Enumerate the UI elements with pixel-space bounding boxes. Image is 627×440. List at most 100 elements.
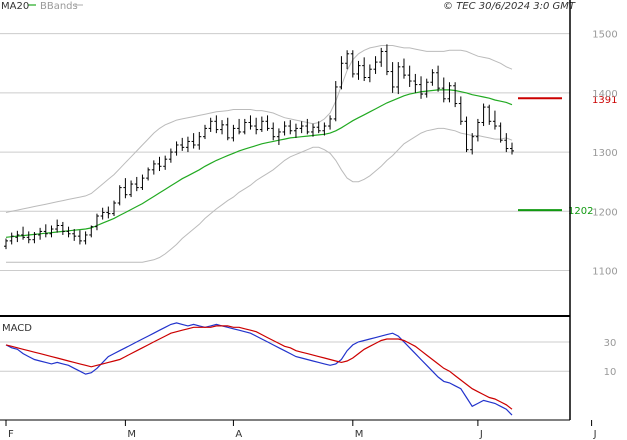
x-tick-label: A	[235, 429, 242, 440]
price-bar	[288, 120, 293, 135]
price-bar	[271, 122, 276, 141]
price-bar	[4, 238, 8, 250]
price-bar	[333, 81, 338, 122]
price-bar	[214, 115, 219, 134]
price-bar	[77, 230, 82, 245]
price-bar	[26, 231, 31, 244]
price-bar	[328, 115, 333, 130]
price-bar	[282, 121, 287, 136]
price-bar	[117, 185, 122, 206]
ma-legend-label: MA20	[1, 1, 29, 12]
price-bar	[475, 118, 480, 142]
price-bar	[83, 231, 88, 245]
price-bar	[447, 82, 452, 103]
price-bar	[66, 226, 71, 238]
price-bar	[237, 118, 242, 135]
price-bar	[9, 232, 14, 245]
price-bar	[492, 110, 497, 130]
price-bar	[106, 206, 111, 219]
price-panel: 13911202 11001200130014001500	[0, 30, 618, 278]
price-bar	[396, 62, 401, 95]
price-bar	[123, 178, 128, 199]
price-tick-label: 1400	[592, 89, 617, 100]
price-bar	[367, 64, 372, 83]
x-tick-label: J	[593, 429, 597, 440]
macd-tick-label: 30	[604, 338, 617, 349]
price-bar	[510, 142, 514, 155]
macd-line	[5, 322, 513, 416]
macd-signal-line	[5, 325, 513, 410]
price-bar	[373, 56, 378, 74]
price-bar	[202, 124, 207, 140]
x-axis: FMAMJJ	[5, 420, 597, 440]
price-bar	[21, 226, 26, 240]
ma20-series	[5, 89, 513, 238]
price-bar	[140, 174, 145, 190]
price-bar	[430, 69, 435, 86]
price-bar	[129, 180, 134, 198]
price-bar	[208, 117, 213, 132]
price-bar	[384, 44, 389, 76]
price-tick-label: 1500	[592, 30, 617, 41]
macd-title: MACD	[2, 323, 32, 334]
price-bar	[168, 148, 173, 163]
x-tick-label: M	[355, 429, 364, 440]
price-bar	[401, 58, 406, 79]
stock-chart: MA20 BBands © TEC 30/6/2024 3:0 GMT 1391…	[0, 0, 618, 440]
price-bar	[345, 50, 350, 70]
x-tick-label: J	[479, 429, 483, 440]
price-bar	[146, 167, 151, 181]
price-bar	[470, 133, 475, 155]
price-bar	[487, 104, 492, 125]
macd-axis: 30 10	[604, 338, 617, 378]
price-bar	[453, 82, 458, 108]
price-bar	[458, 96, 463, 125]
price-bar	[220, 120, 225, 135]
macd-tick-label: 10	[604, 367, 617, 378]
price-bar	[407, 65, 412, 87]
price-bar	[436, 65, 441, 92]
price-bar	[339, 56, 344, 90]
price-tick-label: 1100	[592, 266, 617, 277]
price-bar	[356, 60, 361, 80]
price-bar	[157, 156, 162, 172]
price-bar	[94, 213, 99, 231]
ma20-line	[5, 89, 513, 238]
price-bar	[191, 133, 196, 149]
price-bar	[180, 137, 185, 151]
price-bar	[311, 123, 316, 137]
price-bar	[299, 121, 304, 134]
chart-header: MA20 BBands © TEC 30/6/2024 3:0 GMT	[1, 1, 576, 12]
bbands-legend-label: BBands	[40, 1, 78, 12]
price-bar	[276, 128, 281, 145]
price-bar	[163, 155, 168, 170]
price-bar	[242, 118, 247, 135]
price-bar	[305, 118, 310, 135]
price-bar	[43, 224, 48, 238]
support-label: 1202	[568, 206, 593, 217]
bbands-lower-line	[6, 127, 513, 263]
price-bar	[60, 221, 65, 235]
price-bar	[424, 78, 429, 98]
price-tick-label: 1200	[592, 207, 617, 218]
price-bar	[293, 123, 298, 138]
price-axis: 1100 1200 1300 1400 1500	[592, 30, 617, 278]
macd-panel: MACD 30 10	[0, 322, 617, 416]
price-bar	[225, 117, 230, 141]
price-bars	[4, 44, 514, 250]
price-bar	[413, 73, 418, 93]
price-bar	[151, 160, 156, 175]
price-bar	[362, 57, 367, 82]
price-bar	[254, 117, 259, 135]
price-bar	[481, 103, 486, 127]
price-tick-label: 1300	[592, 148, 617, 159]
price-bar	[419, 76, 424, 99]
macd-series	[5, 322, 513, 416]
copyright-notice: © TEC 30/6/2024 3:0 GMT	[443, 1, 576, 12]
price-bar	[55, 219, 60, 233]
price-bar	[504, 133, 509, 153]
price-bar	[185, 136, 190, 153]
price-bar	[231, 124, 236, 142]
price-bar	[112, 200, 117, 217]
price-bar	[265, 115, 270, 131]
